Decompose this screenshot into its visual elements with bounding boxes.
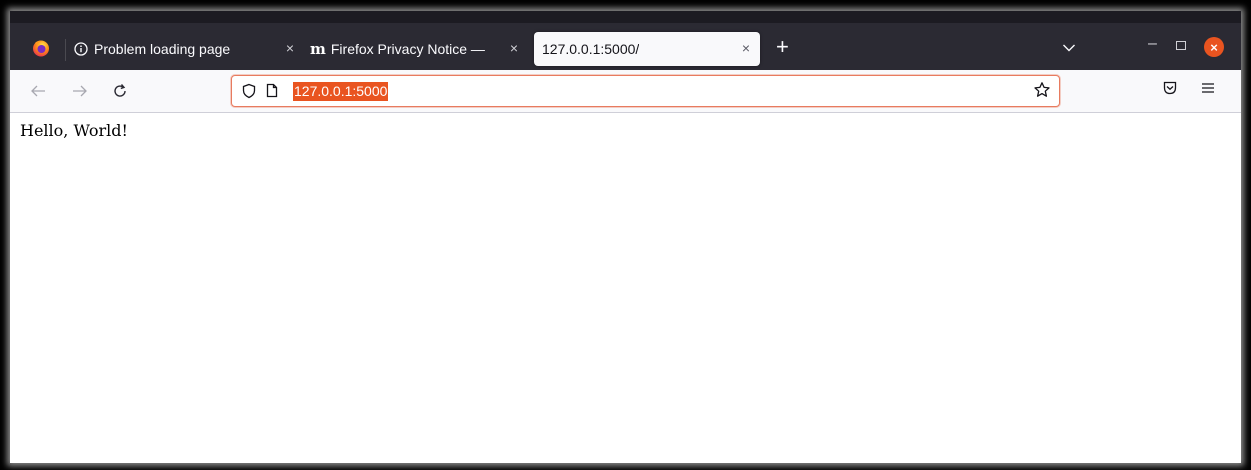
tab-title: 127.0.0.1:5000/ [542,41,640,57]
tab-localhost[interactable]: 127.0.0.1:5000/ × [534,32,760,66]
tab-close-button[interactable]: × [510,40,518,56]
minimize-button[interactable]: – [1148,35,1157,53]
tab-strip: Problem loading page × m Firefox Privacy… [10,11,1241,70]
back-arrow-icon[interactable] [26,79,50,103]
forward-arrow-icon[interactable] [68,79,92,103]
restore-button[interactable] [1176,41,1186,50]
close-window-button[interactable]: × [1204,37,1224,57]
tab-firefox-privacy[interactable]: m Firefox Privacy Notice — × [310,32,522,66]
tab-title: Firefox Privacy Notice — [330,41,485,57]
bookmark-star-icon[interactable] [1033,81,1051,104]
tab-title: Problem loading page [94,41,231,57]
reload-icon[interactable] [108,79,132,103]
page-content: Hello, World! [10,113,1241,463]
page-body-text: Hello, World! [20,121,128,140]
tracking-protection-shield-icon[interactable] [242,83,256,104]
url-bar[interactable]: 127.0.0.1:5000 [231,75,1060,107]
browser-window: Problem loading page × m Firefox Privacy… [10,11,1241,463]
mozilla-m-icon: m [310,40,326,58]
hamburger-menu-icon[interactable] [1200,81,1216,100]
navigation-toolbar: 127.0.0.1:5000 [10,70,1241,113]
tab-separator [65,39,66,61]
title-bar [10,11,1241,23]
new-tab-button[interactable]: + [776,36,789,58]
page-info-icon[interactable] [266,83,278,103]
info-icon [74,42,88,56]
list-all-tabs-chevron-down-icon[interactable] [1062,40,1076,58]
firefox-logo-icon[interactable] [32,39,50,57]
tab-close-button[interactable]: × [286,40,294,56]
tab-problem-loading[interactable]: Problem loading page × [74,32,294,66]
tab-close-button[interactable]: × [742,40,750,56]
pocket-icon[interactable] [1162,80,1178,101]
url-input[interactable]: 127.0.0.1:5000 [293,82,389,101]
